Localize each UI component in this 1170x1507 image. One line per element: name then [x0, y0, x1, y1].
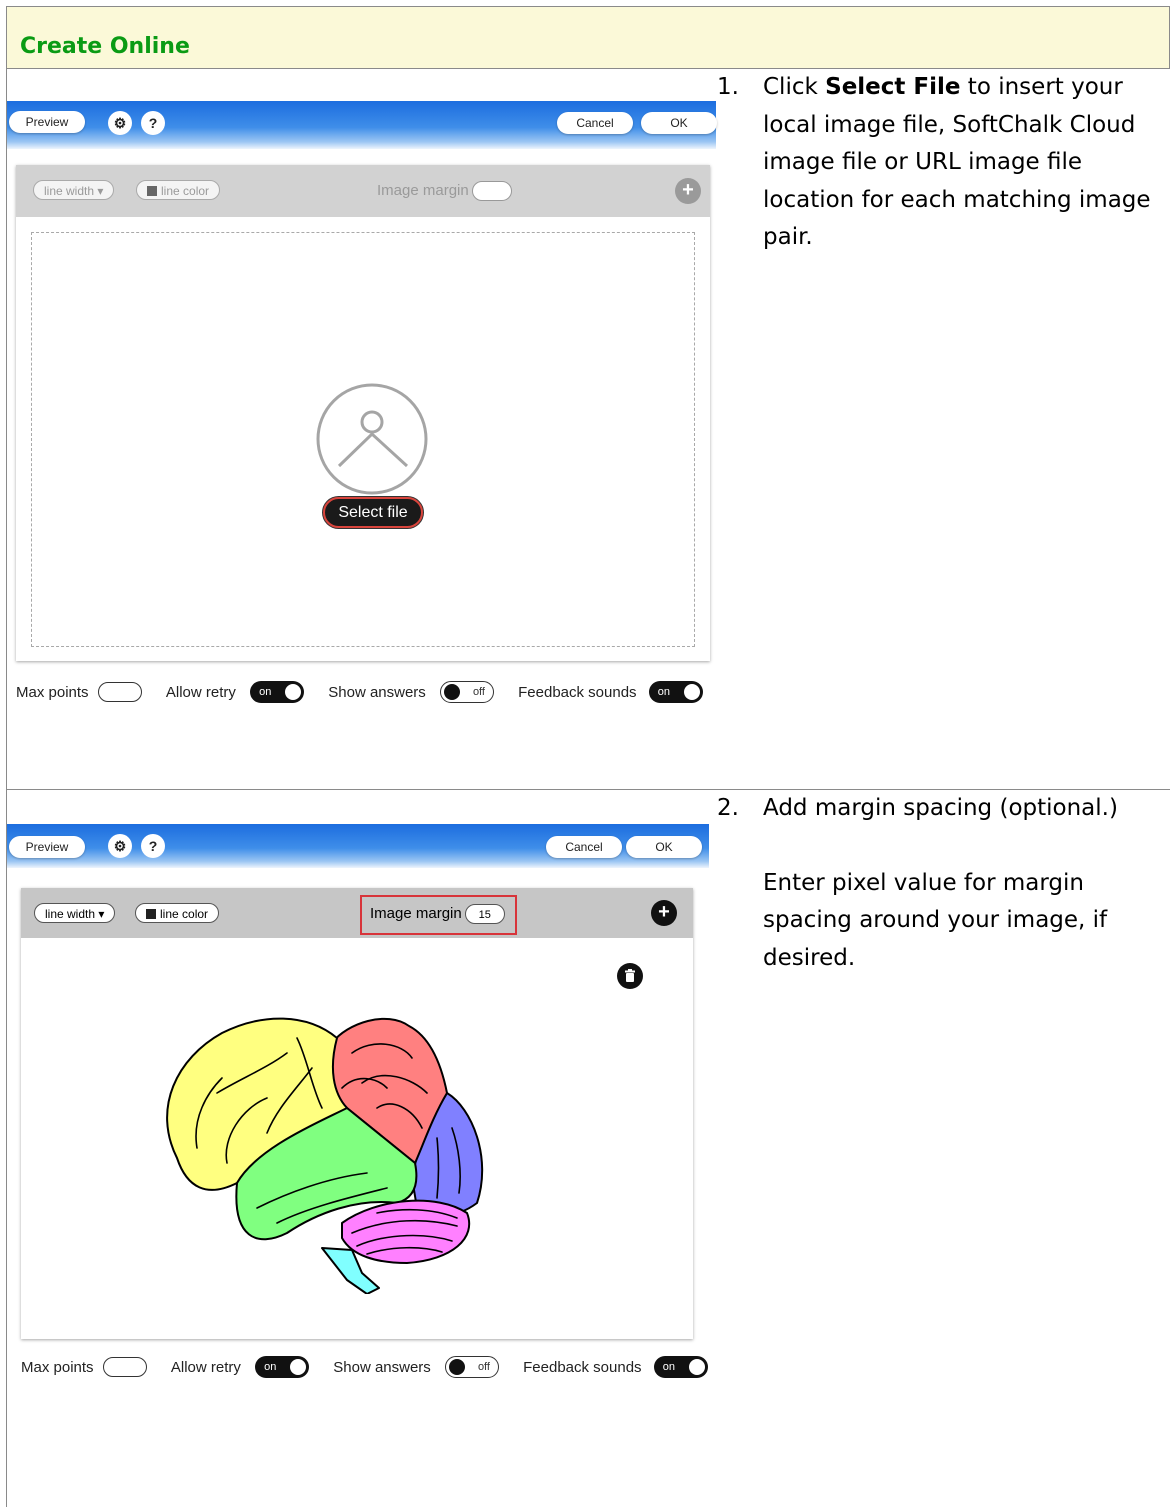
image-margin-highlight: [360, 895, 517, 935]
max-points-input[interactable]: [102, 1357, 147, 1377]
allow-retry-toggle[interactable]: on: [255, 1356, 310, 1378]
gear-icon[interactable]: ⚙: [108, 111, 132, 135]
max-points-label: Max points: [21, 1358, 94, 1376]
image-margin-control: Image margin: [377, 181, 512, 201]
preview-button[interactable]: Preview: [9, 836, 85, 858]
max-points-input[interactable]: [97, 682, 142, 702]
editor-top-bar: Preview ⚙ ? Cancel OK: [7, 824, 709, 868]
image-drop-zone[interactable]: Select file: [31, 232, 695, 647]
add-button[interactable]: +: [675, 178, 701, 204]
select-file-button[interactable]: Select file: [323, 497, 423, 528]
quiz-settings: Max points Allow retry on Show answers o…: [21, 1356, 708, 1378]
feedback-sounds-toggle[interactable]: on: [653, 1356, 708, 1378]
step-number: 2.: [717, 795, 739, 821]
image-placeholder-icon: [316, 383, 428, 495]
image-margin-input[interactable]: [471, 181, 512, 201]
step-1-text: Click Select File to insert your local i…: [763, 74, 1151, 250]
cancel-button[interactable]: Cancel: [557, 112, 633, 134]
image-panel: line width ▾ line color Image margin + S…: [16, 165, 710, 661]
gear-icon[interactable]: ⚙: [108, 834, 132, 858]
editor-screenshot-2: Preview ⚙ ? Cancel OK line width ▾ line …: [7, 824, 709, 1384]
image-margin-label: Image margin: [377, 181, 469, 199]
step-2-detail: Enter pixel value for margin spacing aro…: [763, 869, 1108, 971]
step-number: 1.: [717, 74, 739, 100]
line-width-select[interactable]: line width ▾: [34, 903, 116, 923]
editor-screenshot-1: Preview ⚙ ? Cancel OK line width ▾ line …: [7, 101, 717, 721]
allow-retry-toggle[interactable]: on: [250, 681, 305, 703]
line-color-button[interactable]: line color: [135, 903, 220, 923]
step-2-instructions: 2. Add margin spacing (optional.) Enter …: [717, 790, 1157, 977]
section-title: Create Online: [20, 34, 190, 59]
add-button[interactable]: +: [651, 900, 677, 926]
image-toolbar: line width ▾ line color Image margin 15 +: [21, 888, 693, 938]
allow-retry-label: Allow retry: [165, 683, 236, 701]
color-swatch: [147, 186, 157, 196]
step-2-text: Add margin spacing (optional.): [763, 795, 1118, 821]
select-file-emphasis: Select File: [825, 74, 961, 100]
editor-top-bar: Preview ⚙ ? Cancel OK: [7, 101, 717, 149]
line-color-button[interactable]: line color: [136, 180, 221, 200]
ok-button[interactable]: OK: [641, 112, 717, 134]
feedback-sounds-label: Feedback sounds: [518, 683, 637, 701]
trash-icon[interactable]: [617, 963, 643, 989]
ok-button[interactable]: OK: [626, 836, 702, 858]
document: Create Online 1. Click Select File to in…: [0, 0, 1170, 1507]
quiz-settings: Max points Allow retry on Show answers o…: [16, 681, 703, 703]
help-button[interactable]: ?: [141, 111, 165, 135]
feedback-sounds-label: Feedback sounds: [523, 1358, 642, 1376]
show-answers-toggle[interactable]: off: [439, 681, 494, 703]
help-button[interactable]: ?: [141, 834, 165, 858]
color-swatch: [146, 909, 156, 919]
step-1-instructions: 1. Click Select File to insert your loca…: [717, 69, 1157, 257]
cancel-button[interactable]: Cancel: [546, 836, 622, 858]
show-answers-label: Show answers: [333, 1358, 431, 1376]
feedback-sounds-toggle[interactable]: on: [648, 681, 703, 703]
preview-button[interactable]: Preview: [9, 111, 85, 133]
section-header: Create Online: [6, 6, 1170, 69]
max-points-label: Max points: [16, 683, 89, 701]
line-width-select[interactable]: line width ▾: [33, 180, 115, 200]
brain-diagram-image: [166, 1017, 484, 1294]
image-toolbar: line width ▾ line color Image margin +: [16, 165, 710, 217]
image-panel: line width ▾ line color Image margin 15 +: [21, 888, 693, 1339]
show-answers-label: Show answers: [328, 683, 426, 701]
show-answers-toggle[interactable]: off: [444, 1356, 499, 1378]
allow-retry-label: Allow retry: [170, 1358, 241, 1376]
